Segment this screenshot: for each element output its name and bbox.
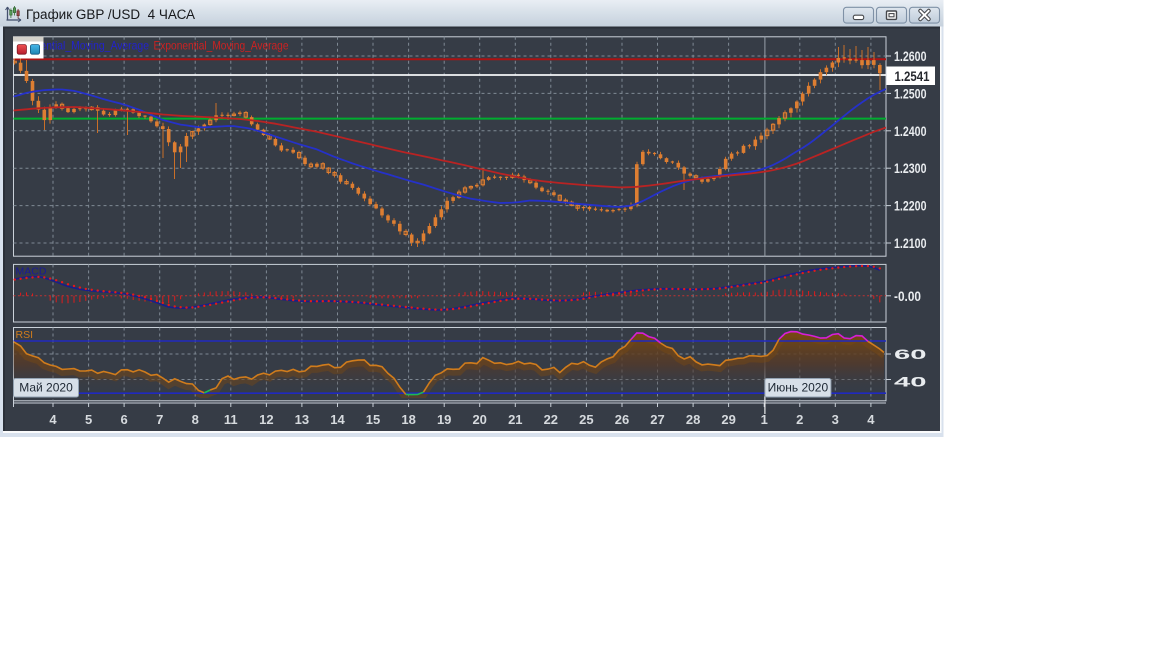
svg-text:1.2200: 1.2200	[894, 198, 927, 214]
svg-text:28: 28	[686, 412, 700, 427]
svg-text:3: 3	[832, 412, 839, 427]
svg-text:1.2300: 1.2300	[894, 160, 927, 176]
svg-text:11: 11	[224, 412, 238, 427]
svg-text:Июнь 2020: Июнь 2020	[768, 381, 829, 395]
svg-text:6: 6	[120, 412, 127, 427]
svg-text:18: 18	[401, 412, 415, 427]
svg-text:40: 40	[894, 374, 927, 390]
svg-text:8: 8	[192, 412, 199, 427]
svg-text:-0.00: -0.00	[894, 288, 921, 304]
svg-text:5: 5	[85, 412, 92, 427]
svg-text:22: 22	[544, 412, 558, 427]
svg-text:19: 19	[437, 412, 451, 427]
svg-text:Exponential_Moving_Average: Exponential_Moving_Average	[154, 39, 289, 53]
svg-text:14: 14	[330, 412, 345, 427]
svg-text:1.2400: 1.2400	[894, 123, 927, 139]
svg-text:1.2600: 1.2600	[894, 48, 927, 64]
svg-text:4: 4	[867, 412, 875, 427]
svg-text:13: 13	[295, 412, 309, 427]
svg-text:1.2100: 1.2100	[894, 235, 927, 251]
svg-text:2: 2	[796, 412, 803, 427]
svg-text:1.2541: 1.2541	[895, 68, 930, 84]
svg-text:7: 7	[156, 412, 163, 427]
svg-text:15: 15	[366, 412, 380, 427]
svg-text:1: 1	[761, 412, 768, 427]
svg-text:20: 20	[472, 412, 486, 427]
svg-text:График GBP /USD 4 ЧАСА: График GBP /USD 4 ЧАСА	[26, 7, 195, 22]
svg-text:RSI: RSI	[16, 329, 34, 341]
svg-text:29: 29	[721, 412, 735, 427]
svg-text:21: 21	[508, 412, 522, 427]
svg-text:26: 26	[615, 412, 629, 427]
svg-text:4: 4	[49, 412, 57, 427]
svg-text:1.2500: 1.2500	[894, 85, 927, 101]
svg-text:12: 12	[259, 412, 273, 427]
svg-text:60: 60	[894, 346, 927, 362]
svg-text:27: 27	[650, 412, 664, 427]
svg-text:25: 25	[579, 412, 593, 427]
svg-text:Май 2020: Май 2020	[19, 381, 73, 395]
svg-text:MACD: MACD	[16, 266, 47, 278]
